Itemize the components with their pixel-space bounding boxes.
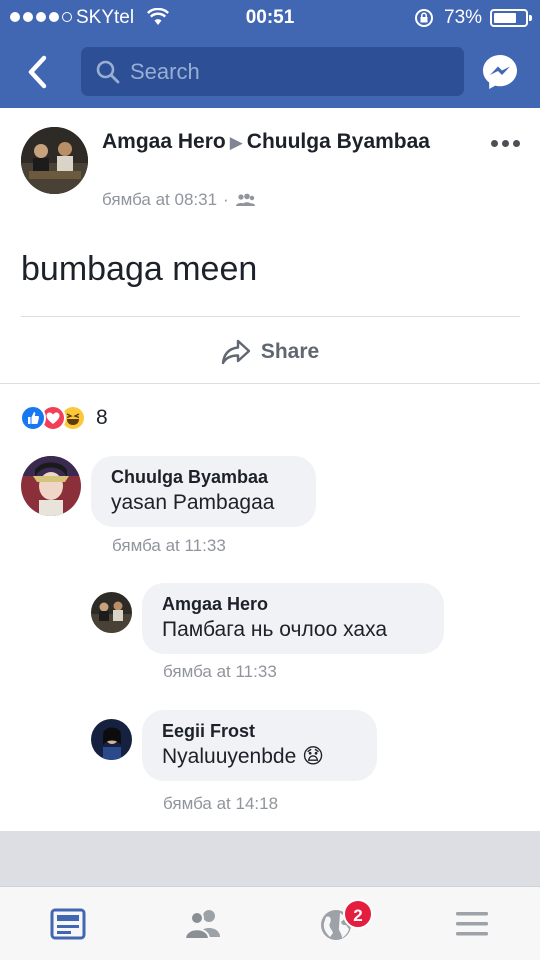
share-icon bbox=[221, 339, 251, 365]
comment-time[interactable]: бямба at 11:33 bbox=[163, 662, 277, 682]
more-options-icon[interactable] bbox=[491, 140, 520, 147]
feed-separator bbox=[0, 831, 540, 886]
messenger-icon[interactable] bbox=[481, 53, 519, 91]
anguished-face-emoji: 😧 bbox=[302, 745, 325, 768]
post-author-name[interactable]: Amgaa Hero bbox=[102, 130, 226, 153]
search-icon bbox=[96, 60, 120, 84]
comment-time[interactable]: бямба at 11:33 bbox=[112, 536, 226, 556]
top-bar: SKYtel 00:51 73% Search bbox=[0, 0, 540, 108]
commenter-avatar[interactable] bbox=[91, 592, 132, 633]
search-input[interactable]: Search bbox=[81, 47, 464, 96]
comment-text: yasan Pambagaa bbox=[111, 491, 275, 514]
news-feed-icon[interactable] bbox=[48, 905, 88, 943]
menu-icon[interactable] bbox=[452, 905, 492, 943]
post-author-line: Amgaa Hero ▶ Chuulga Byambaa bbox=[102, 128, 462, 157]
comment-author[interactable]: Amgaa Hero bbox=[162, 592, 424, 616]
post-timestamp[interactable]: бямба at 08:31 bbox=[102, 190, 217, 210]
comment-author[interactable]: Eegii Frost bbox=[162, 719, 357, 743]
friends-icon bbox=[235, 193, 255, 206]
comment-time[interactable]: бямба at 14:18 bbox=[163, 794, 278, 814]
chevron-left-icon[interactable] bbox=[22, 52, 54, 92]
bottom-tab-bar bbox=[0, 886, 540, 960]
reactions-summary[interactable]: 8 bbox=[20, 404, 108, 432]
comment-bubble[interactable]: Amgaa Hero Памбага нь очлоо хаха bbox=[142, 583, 444, 654]
post-meta: бямба at 08:31 · bbox=[102, 190, 255, 210]
notification-badge[interactable]: 2 bbox=[343, 899, 373, 929]
separator-dot: · bbox=[223, 190, 229, 209]
triangle-right-icon: ▶ bbox=[229, 133, 243, 152]
comment-text: Nyaluuyenbde bbox=[162, 745, 297, 768]
author-avatar[interactable] bbox=[21, 127, 88, 194]
comment-author[interactable]: Chuulga Byambaa bbox=[111, 465, 296, 489]
post-text: bumbaga meen bbox=[21, 250, 258, 288]
status-bar: SKYtel 00:51 73% bbox=[0, 0, 540, 36]
share-button[interactable]: Share bbox=[0, 334, 540, 370]
rotation-lock-icon bbox=[415, 9, 433, 27]
search-placeholder: Search bbox=[130, 59, 200, 84]
battery-icon bbox=[490, 9, 532, 27]
divider bbox=[0, 383, 540, 384]
like-reaction-icon bbox=[20, 405, 46, 431]
reaction-count: 8 bbox=[96, 406, 108, 429]
post-target-name[interactable]: Chuulga Byambaa bbox=[247, 130, 430, 153]
comment-text-row: Nyaluuyenbde 😧 bbox=[162, 743, 357, 771]
commenter-avatar[interactable] bbox=[21, 456, 81, 516]
comment-bubble[interactable]: Eegii Frost Nyaluuyenbde 😧 bbox=[142, 710, 377, 781]
share-label: Share bbox=[260, 340, 320, 363]
divider bbox=[21, 316, 520, 317]
commenter-avatar[interactable] bbox=[91, 719, 132, 760]
friends-icon[interactable] bbox=[183, 905, 223, 943]
comment-text: Памбага нь очлоо хаха bbox=[162, 618, 388, 641]
battery-percent: 73% bbox=[444, 7, 483, 28]
comment-bubble[interactable]: Chuulga Byambaa yasan Pambagaa bbox=[91, 456, 316, 527]
